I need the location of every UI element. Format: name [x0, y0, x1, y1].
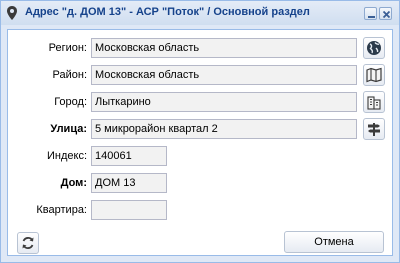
cancel-button[interactable]: Отмена	[284, 231, 384, 253]
map-icon	[366, 67, 382, 83]
street-field[interactable]: 5 микрорайон квартал 2	[91, 119, 357, 139]
house-label: Дом:	[60, 177, 87, 189]
district-field[interactable]: Московская область	[91, 65, 357, 85]
city-field[interactable]: Лыткарино	[91, 92, 357, 112]
refresh-button[interactable]	[17, 232, 39, 254]
close-button[interactable]	[379, 7, 392, 20]
street-select-button[interactable]	[363, 118, 385, 140]
city-label: Город:	[54, 96, 87, 108]
index-label: Индекс:	[46, 150, 87, 162]
house-field[interactable]: ДОМ 13	[91, 173, 167, 193]
district-label: Район:	[52, 69, 87, 81]
window-title: Адрес "д. ДОМ 13" - АСР "Поток" / Основн…	[25, 6, 310, 18]
region-field[interactable]: Московская область	[91, 38, 357, 58]
city-select-button[interactable]	[363, 91, 385, 113]
minimize-button[interactable]	[364, 7, 377, 20]
district-select-button[interactable]	[363, 64, 385, 86]
index-field[interactable]: 140061	[91, 146, 167, 166]
refresh-icon	[22, 237, 34, 249]
map-pin-icon	[7, 6, 17, 20]
globe-icon	[367, 41, 381, 55]
street-label: Улица:	[50, 123, 87, 135]
address-window: Адрес "д. ДОМ 13" - АСР "Поток" / Основн…	[0, 0, 400, 263]
apartment-field[interactable]	[91, 200, 167, 220]
apartment-label: Квартира:	[36, 204, 87, 216]
form-panel	[7, 29, 393, 256]
buildings-icon	[367, 96, 381, 110]
region-label: Регион:	[48, 42, 87, 54]
minimize-icon	[368, 16, 375, 18]
close-icon	[382, 10, 391, 19]
title-bar[interactable]: Адрес "д. ДОМ 13" - АСР "Поток" / Основн…	[1, 1, 399, 25]
region-select-button[interactable]	[363, 37, 385, 59]
signpost-icon	[368, 123, 380, 136]
